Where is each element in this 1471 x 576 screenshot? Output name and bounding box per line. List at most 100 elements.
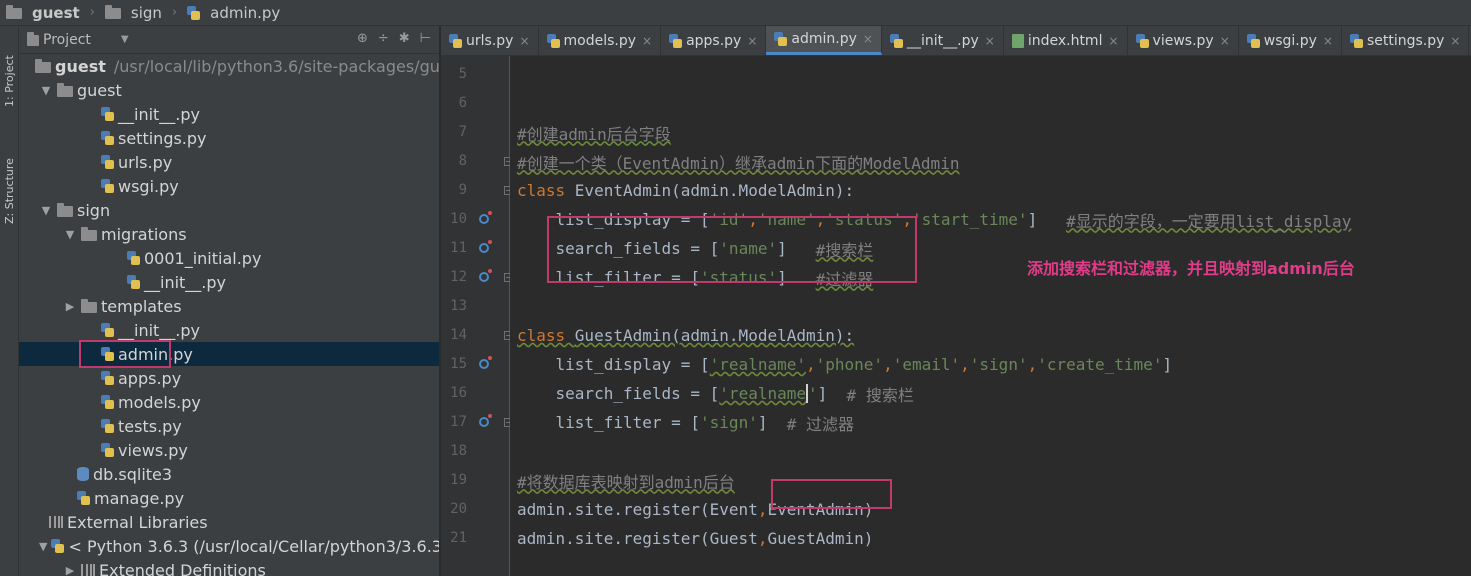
tree-item-label: External Libraries [67, 512, 208, 532]
highlight-box [79, 340, 171, 368]
breadcrumb-separator: › [171, 5, 178, 20]
editor-tab[interactable]: wsgi.py × [1239, 26, 1342, 55]
override-marker-icon[interactable] [479, 269, 492, 282]
code-token: class [517, 326, 575, 345]
structure-tool-tab[interactable]: Z: Structure [0, 141, 19, 241]
project-panel-header: Project ▼ ⊕ ÷ ✱ ⊢ [19, 26, 439, 54]
tree-item-label: wsgi.py [118, 176, 179, 196]
tree-item[interactable]: guest/usr/local/lib/python3.6/site-packa… [19, 54, 439, 78]
tree-item[interactable]: ▶ templates [19, 294, 439, 318]
collapse-arrow-icon[interactable]: ▼ [39, 84, 53, 97]
tree-item[interactable]: ▼ migrations [19, 222, 439, 246]
editor-tab[interactable]: apps.py × [661, 26, 767, 55]
editor-tab[interactable]: models.py × [539, 26, 662, 55]
collapse-icon[interactable]: ÷ [378, 31, 389, 46]
tree-item[interactable]: urls.py [19, 150, 439, 174]
code-token: 'realname' [709, 355, 806, 374]
collapse-arrow-icon[interactable]: ▼ [39, 204, 53, 217]
code-line: #创建一个类（EventAdmin）继承admin下面的ModelAdmin [517, 147, 959, 176]
editor-tab[interactable]: index.html × [1004, 26, 1128, 55]
code-token: , [960, 355, 970, 374]
breadcrumb-item[interactable]: admin.py [187, 4, 280, 22]
code-editor[interactable]: #创建admin后台字段 #创建一个类（EventAdmin）继承admin下面的… [510, 56, 1471, 576]
tree-item[interactable]: settings.py [19, 126, 439, 150]
python-file-icon [101, 323, 114, 337]
editor-tab[interactable]: urls.py × [441, 26, 539, 55]
code-token: # 搜索栏 [846, 385, 914, 405]
tree-item[interactable]: tests.py [19, 414, 439, 438]
close-icon[interactable]: × [1108, 34, 1118, 48]
python-file-icon [77, 491, 90, 505]
tree-item[interactable]: wsgi.py [19, 174, 439, 198]
tree-item[interactable]: ▼ < Python 3.6.3 (/usr/local/Cellar/pytho… [19, 534, 439, 558]
tool-window-strip: 1: Project Z: Structure [0, 26, 19, 576]
override-marker-icon[interactable] [479, 211, 492, 224]
close-icon[interactable]: × [1450, 34, 1460, 48]
code-line: #创建admin后台字段 [517, 118, 671, 147]
close-icon[interactable]: × [1323, 34, 1333, 48]
locate-icon[interactable]: ⊕ [357, 31, 368, 46]
code-token: 'email' [892, 355, 961, 374]
editor-tab[interactable]: admin.py × [766, 26, 882, 55]
tree-item[interactable]: __init__.py [19, 318, 439, 342]
hide-icon[interactable]: ⊢ [420, 31, 431, 46]
tree-item[interactable]: __init__.py [19, 270, 439, 294]
tree-item[interactable]: ▶ Extended Definitions [19, 558, 439, 576]
override-marker-icon[interactable] [479, 414, 492, 427]
line-number: 7 [458, 124, 467, 140]
tree-item-label: __init__.py [118, 320, 201, 340]
code-token: ] [1027, 210, 1067, 229]
tree-item[interactable]: ▼ sign [19, 198, 439, 222]
close-icon[interactable]: × [985, 34, 995, 48]
code-token: , [883, 355, 893, 374]
code-token: , [757, 529, 768, 548]
tree-item[interactable]: manage.py [19, 486, 439, 510]
tree-item[interactable]: apps.py [19, 366, 439, 390]
collapse-arrow-icon[interactable]: ▼ [39, 540, 47, 553]
breadcrumb-item[interactable]: sign [104, 4, 162, 22]
editor-tab[interactable]: settings.py × [1342, 26, 1470, 55]
code-token: admin.site.register(Guest [517, 529, 758, 548]
editor-tab-label: admin.py [791, 31, 857, 47]
override-marker-icon[interactable] [479, 356, 492, 369]
python-file-icon [1349, 33, 1363, 48]
override-marker-icon[interactable] [479, 240, 492, 253]
line-number: 14 [450, 327, 467, 343]
tree-item-label: Extended Definitions [99, 560, 266, 576]
expand-arrow-icon[interactable]: ▶ [63, 300, 77, 313]
gear-icon[interactable]: ✱ [399, 31, 410, 46]
code-token: class [517, 181, 575, 200]
line-number: 6 [458, 95, 467, 111]
code-token: #创建一个类（EventAdmin）继承admin下面的ModelAdmin [517, 153, 960, 173]
code-line: list_filter = ['sign'] # 过滤器 [517, 408, 854, 437]
project-panel-title[interactable]: Project [43, 32, 91, 48]
tree-item[interactable]: ▼ guest [19, 78, 439, 102]
tree-item-label: urls.py [118, 152, 173, 172]
breadcrumb-item[interactable]: guest [6, 4, 80, 22]
folder-icon [81, 298, 97, 313]
tree-item[interactable]: External Libraries [19, 510, 439, 534]
collapse-arrow-icon[interactable]: ▼ [63, 228, 77, 241]
project-tool-tab[interactable]: 1: Project [0, 36, 19, 126]
close-icon[interactable]: × [519, 34, 529, 48]
close-icon[interactable]: × [863, 32, 873, 46]
editor-tab-label: urls.py [466, 32, 514, 49]
python-file-icon [449, 33, 462, 48]
folder-icon [35, 58, 51, 73]
tree-item[interactable]: models.py [19, 390, 439, 414]
close-icon[interactable]: × [747, 34, 757, 48]
editor-tab[interactable]: __init__.py × [882, 26, 1004, 55]
expand-arrow-icon[interactable]: ▶ [63, 564, 77, 576]
python-file-icon [101, 107, 114, 121]
tree-item[interactable]: db.sqlite3 [19, 462, 439, 486]
close-icon[interactable]: × [642, 34, 652, 48]
editor-tab[interactable]: views.py × [1128, 26, 1239, 55]
code-token: 'create_time' [1037, 355, 1163, 374]
close-icon[interactable]: × [1220, 34, 1230, 48]
code-token: GuestAdmin(admin.ModelAdmin): [574, 326, 855, 345]
tree-item[interactable]: admin.py [19, 340, 439, 368]
chevron-down-icon[interactable]: ▼ [121, 34, 129, 45]
tree-item[interactable]: __init__.py [19, 102, 439, 126]
tree-item[interactable]: 0001_initial.py [19, 246, 439, 270]
tree-item[interactable]: views.py [19, 438, 439, 462]
